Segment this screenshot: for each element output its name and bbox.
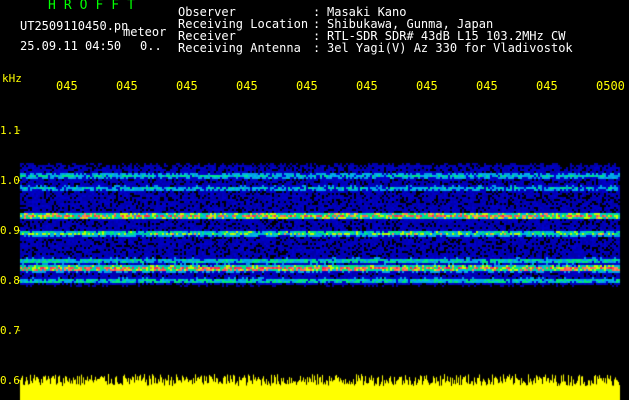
meta-label-antenna: Receiving Antenna bbox=[178, 41, 301, 55]
freq-tick: 0.6 bbox=[0, 374, 20, 387]
meta-value-antenna: 3el Yagi(V) Az 330 for Vladivostok bbox=[327, 41, 573, 55]
time-tick: 045 bbox=[476, 79, 498, 93]
freq-tick: 0.9 bbox=[0, 224, 20, 237]
amplitude-strip bbox=[0, 0, 629, 400]
time-tick: 045 bbox=[296, 79, 318, 93]
file-name: UT2509110450.pn bbox=[20, 19, 129, 33]
meteor-tag: meteor bbox=[123, 25, 167, 39]
time-tick: 045 bbox=[176, 79, 198, 93]
time-tick: 045 bbox=[116, 79, 138, 93]
meta-colon: : bbox=[313, 41, 321, 55]
time-tick: 045 bbox=[356, 79, 378, 93]
freq-tick: 1.0 bbox=[0, 174, 20, 187]
time-tick: 045 bbox=[236, 79, 258, 93]
capture-datetime: 25.09.11 04:50 bbox=[20, 39, 122, 53]
time-tick: 045 bbox=[56, 79, 78, 93]
time-tick: 045 bbox=[536, 79, 558, 93]
freq-tick: 0.7 bbox=[0, 324, 20, 337]
time-tick: 045 bbox=[416, 79, 438, 93]
freq-tick: 0.8 bbox=[0, 274, 20, 287]
freq-unit-label: kHz bbox=[2, 72, 22, 85]
freq-tick: 1.1 bbox=[0, 124, 20, 137]
app-title: HROFFT bbox=[48, 0, 143, 13]
meteor-count: 0.. bbox=[140, 39, 162, 53]
time-tick: 0500 bbox=[596, 79, 625, 93]
